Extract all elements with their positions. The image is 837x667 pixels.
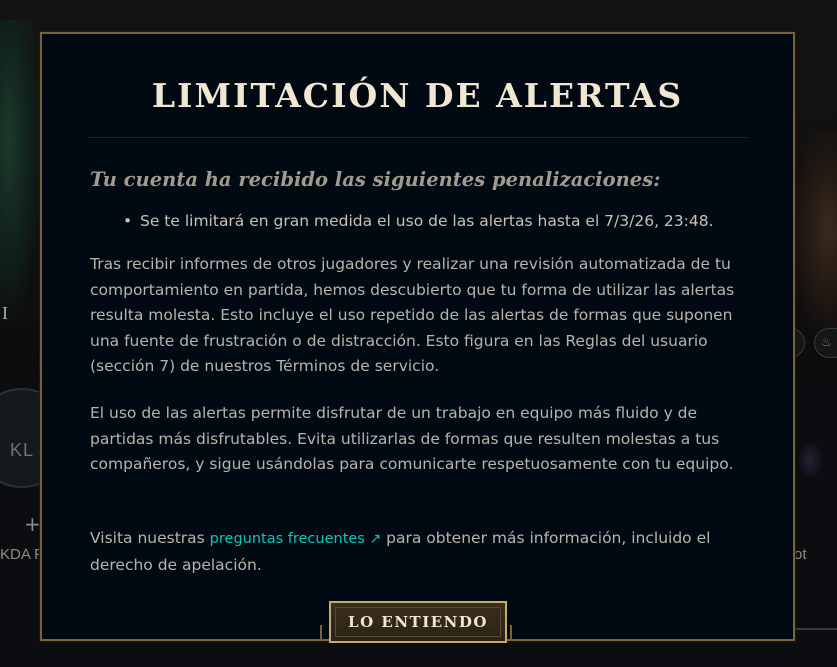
ok-button[interactable]: LO ENTIENDO — [329, 601, 507, 643]
faq-text-before: Visita nuestras — [90, 529, 210, 547]
background-pill-button: ♨ — [814, 328, 837, 358]
ok-button-label[interactable]: LO ENTIENDO — [348, 613, 488, 631]
faq-link-label[interactable]: preguntas frecuentes — [210, 531, 365, 547]
alert-limit-dialog: LIMITACIÓN DE ALERTAS Tu cuenta ha recib… — [40, 32, 795, 643]
plus-icon: + — [24, 512, 41, 536]
kda-label: KDA F — [0, 546, 44, 563]
champion-art-left — [0, 20, 42, 320]
penalty-item: Se te limitará en gran medida el uso de … — [123, 209, 714, 233]
faq-link[interactable]: preguntas frecuentes ↗ — [210, 531, 382, 547]
dialog-title: LIMITACIÓN DE ALERTAS — [151, 76, 684, 115]
explanation-paragraph: Tras recibir informes de otros jugadores… — [90, 255, 735, 375]
background-left-label: I — [2, 303, 8, 323]
penalty-list: Se te limitará en gran medida el uso de … — [123, 209, 714, 233]
title-divider — [89, 137, 748, 138]
penalties-heading: Tu cuenta ha recibido las siguientes pen… — [90, 168, 661, 191]
external-link-icon[interactable]: ↗ — [369, 531, 381, 547]
guidance-paragraph: El uso de las alertas permite disfrutar … — [90, 404, 734, 473]
background-orb — [797, 440, 823, 480]
background-divider — [795, 628, 837, 630]
faq-paragraph: Visita nuestras preguntas frecuentes ↗ p… — [90, 526, 750, 578]
champion-art-right — [793, 130, 837, 330]
background-right-label: ot — [794, 546, 807, 563]
fire-icon: ♨ — [821, 335, 832, 349]
emblem-logo: KL — [10, 440, 35, 460]
ok-button-frame: LO ENTIENDO — [320, 601, 512, 643]
